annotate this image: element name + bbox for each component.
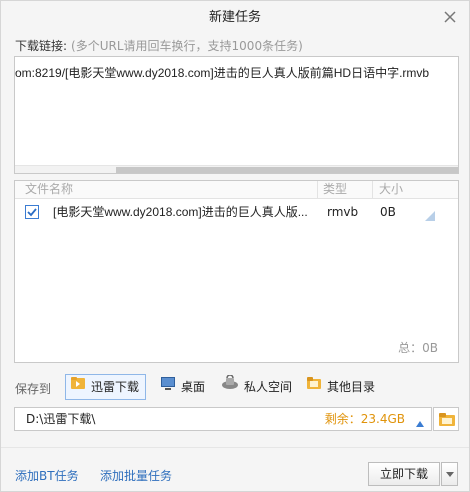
file-name: [电影天堂www.dy2018.com]进击的巨人真人版...: [53, 205, 308, 219]
open-folder-icon: [439, 413, 455, 426]
private-space-icon: [221, 373, 239, 399]
save-path-value[interactable]: D:\迅雷下载\: [26, 408, 95, 430]
chevron-down-icon: [446, 472, 454, 477]
file-size: 0B: [380, 205, 396, 219]
url-input[interactable]: om:8219/[电影天堂www.dy2018.com]进击的巨人真人版前篇HD…: [14, 56, 459, 174]
location-desktop[interactable]: 桌面: [155, 374, 212, 400]
file-row[interactable]: [电影天堂www.dy2018.com]进击的巨人真人版... rmvb 0B: [15, 201, 458, 223]
url-horizontal-scrollbar[interactable]: [15, 165, 458, 173]
folder-icon: [306, 375, 322, 399]
location-other-directory[interactable]: 其他目录: [301, 374, 382, 400]
save-to-label: 保存到: [15, 382, 52, 396]
file-type: rmvb: [327, 205, 359, 219]
xunlei-download-folder-icon: [70, 375, 86, 399]
download-options-button[interactable]: [441, 462, 458, 486]
footer-divider: [1, 447, 469, 448]
download-now-button[interactable]: 立即下载: [368, 462, 440, 486]
file-list-header: 文件名称 类型 大小: [15, 181, 458, 199]
total-size: 总：0B: [398, 341, 438, 355]
header-file-type[interactable]: 类型: [323, 181, 347, 198]
location-label: 私人空间: [244, 380, 293, 394]
free-space: 剩余：23.4GB: [324, 412, 405, 426]
location-label: 桌面: [181, 380, 206, 394]
url-label-row: 下载链接: (多个URL请用回车换行，支持1000条任务): [15, 37, 303, 54]
url-hint: (多个URL请用回车换行，支持1000条任务): [71, 39, 303, 53]
resize-corner-icon: [425, 206, 435, 221]
new-task-dialog: 新建任务 下载链接: (多个URL请用回车换行，支持1000条任务) om:821…: [0, 0, 470, 492]
add-bt-task-link[interactable]: 添加BT任务: [15, 467, 79, 484]
url-input-text[interactable]: om:8219/[电影天堂www.dy2018.com]进击的巨人真人版前篇HD…: [15, 64, 458, 81]
column-divider: [317, 181, 318, 199]
url-label: 下载链接:: [15, 39, 68, 53]
url-scrollbar-thumb[interactable]: [116, 167, 458, 173]
header-file-name[interactable]: 文件名称: [25, 181, 73, 198]
path-dropdown-arrow-icon[interactable]: [416, 416, 424, 427]
add-batch-task-link[interactable]: 添加批量任务: [100, 467, 172, 484]
location-label: 其他目录: [327, 380, 376, 394]
location-private-space[interactable]: 私人空间: [216, 373, 299, 400]
column-divider: [372, 181, 373, 199]
location-label: 迅雷下载: [91, 380, 140, 394]
header-file-size[interactable]: 大小: [379, 181, 403, 198]
close-icon[interactable]: [443, 10, 457, 24]
desktop-icon: [160, 375, 176, 399]
dialog-title: 新建任务: [208, 10, 261, 25]
file-list-panel: 文件名称 类型 大小 [电影天堂www.dy2018.com]进击的巨人真人版.…: [14, 180, 459, 363]
location-xunlei-download[interactable]: 迅雷下载: [65, 374, 147, 400]
browse-folder-button[interactable]: [433, 407, 459, 431]
save-path-field[interactable]: D:\迅雷下载\ 剩余：23.4GB: [14, 407, 432, 431]
file-checkbox[interactable]: [25, 205, 39, 219]
